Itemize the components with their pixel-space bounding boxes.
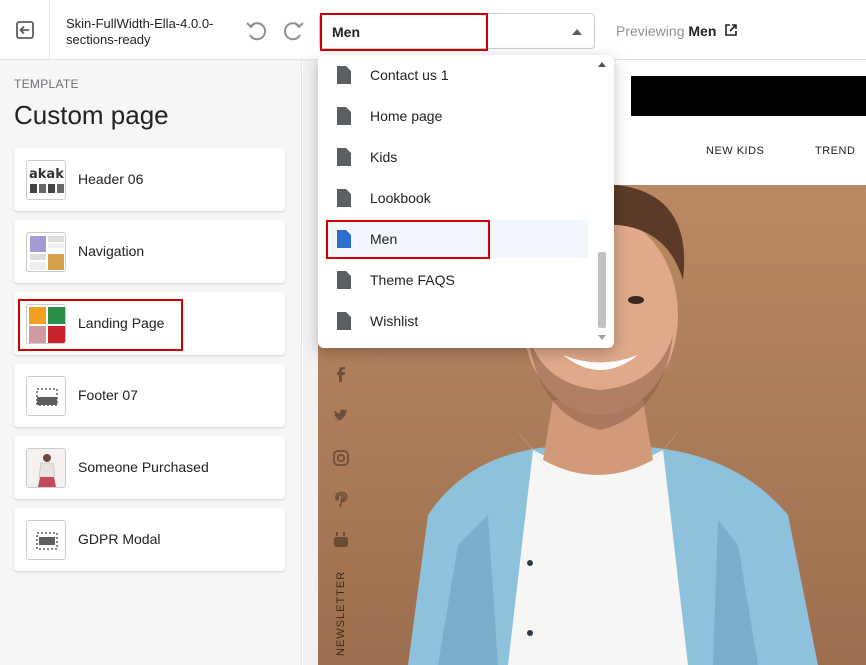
dropdown-option[interactable]: Lookbook (326, 179, 588, 217)
dropdown-option[interactable]: Contact us 1 (326, 56, 588, 94)
page-icon (337, 148, 351, 166)
scroll-up-icon[interactable] (598, 61, 606, 67)
section-label: Header 06 (78, 171, 144, 187)
header-banner (631, 76, 866, 116)
page-icon (337, 189, 351, 207)
annotation-highlight-landing-page (18, 299, 183, 351)
annotation-highlight-page-select (320, 13, 488, 51)
dropdown-scroll-thumb[interactable] (598, 252, 606, 328)
section-label: Navigation (78, 243, 145, 259)
twitter-icon[interactable] (332, 407, 350, 425)
page-select-dropdown: Contact us 1 Home page Kids Lookbook Men… (318, 55, 614, 348)
dropdown-scrollbar[interactable] (596, 55, 608, 348)
page-icon (337, 107, 351, 125)
nav-item-new-kids[interactable]: NEW KIDS (706, 145, 764, 157)
undo-button[interactable] (244, 18, 270, 44)
previewing-text[interactable]: Previewing Men (616, 23, 716, 39)
pinterest-icon[interactable] (332, 490, 350, 508)
section-label: Someone Purchased (78, 459, 209, 475)
page-icon (337, 271, 351, 289)
product-photo-thumbnail (26, 448, 66, 488)
dropdown-option-label: Lookbook (370, 190, 431, 206)
dropdown-option[interactable]: Kids (326, 138, 588, 176)
redo-icon (283, 22, 304, 41)
page-icon (337, 312, 351, 330)
template-label: TEMPLATE (14, 77, 79, 91)
sidebar-scrollbar[interactable] (303, 60, 318, 665)
previewing-page: Men (688, 23, 717, 39)
section-header-06[interactable]: akak Header 06 (14, 148, 285, 211)
youtube-icon[interactable] (332, 531, 350, 549)
header-thumbnail: akak (26, 160, 66, 200)
dropdown-option-label: Wishlist (370, 313, 419, 329)
caret-up-icon (572, 29, 582, 35)
template-sidebar: TEMPLATE Custom page akak Header 06 Navi… (0, 60, 302, 665)
undo-icon (246, 22, 267, 41)
section-someone-purchased[interactable]: Someone Purchased (14, 436, 285, 499)
redo-button[interactable] (280, 18, 306, 44)
instagram-icon[interactable] (332, 449, 350, 467)
exit-icon (15, 21, 34, 39)
dropdown-option-label: Home page (370, 108, 443, 124)
navigation-thumbnail (26, 232, 66, 272)
previewing-label: Previewing (616, 23, 685, 39)
svg-text:akak: akak (29, 167, 64, 182)
section-gdpr-modal[interactable]: GDPR Modal (14, 508, 285, 571)
section-navigation[interactable]: Navigation (14, 220, 285, 283)
external-link-icon[interactable] (725, 24, 737, 36)
dropdown-option-label: Theme FAQS (370, 272, 455, 288)
section-label: Footer 07 (78, 387, 138, 403)
dropdown-option-label: Kids (370, 149, 398, 165)
facebook-icon[interactable] (332, 365, 350, 383)
footer-layout-icon (26, 376, 66, 416)
section-footer-07[interactable]: Footer 07 (14, 364, 285, 427)
page-icon (337, 66, 351, 84)
dropdown-option[interactable]: Wishlist (326, 302, 588, 340)
newsletter-tab[interactable]: NEWSLETTER (335, 571, 347, 656)
section-label: GDPR Modal (78, 531, 161, 547)
theme-name: Skin-FullWidth-Ella-4.0.0-sections-ready (66, 16, 214, 47)
dropdown-option[interactable]: Theme FAQS (326, 261, 588, 299)
scroll-down-icon[interactable] (598, 335, 606, 341)
nav-item-trend[interactable]: TREND (815, 145, 855, 157)
exit-button[interactable] (0, 0, 50, 60)
annotation-highlight-men-option (326, 220, 490, 259)
dropdown-option-label: Contact us 1 (370, 67, 449, 83)
template-title: Custom page (14, 100, 169, 130)
modal-layout-icon (26, 520, 66, 560)
dropdown-option[interactable]: Home page (326, 97, 588, 135)
